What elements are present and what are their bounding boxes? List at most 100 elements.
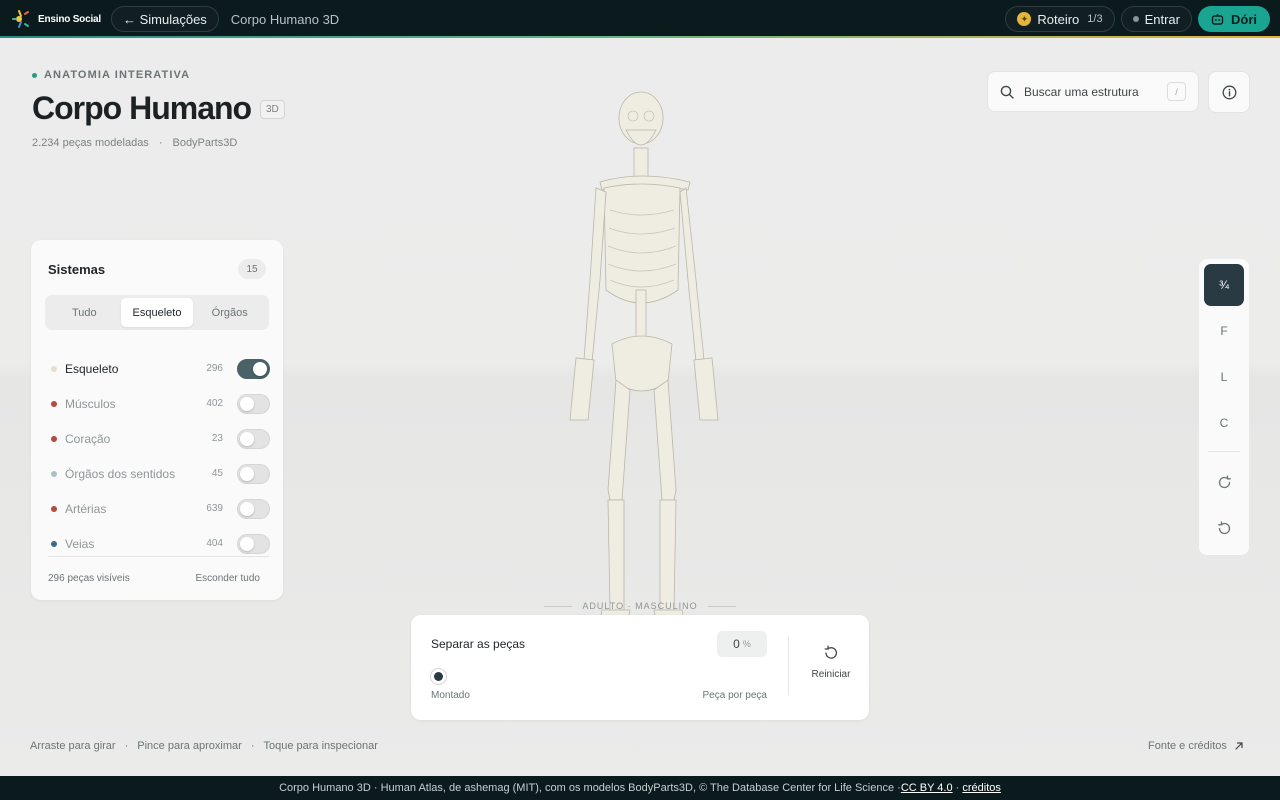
slider-max-label: Peça por peça <box>702 690 768 701</box>
hint-tap: Toque para inspecionar <box>263 740 378 752</box>
system-color-dot <box>51 400 57 407</box>
view-three-quarter-button[interactable]: ¾ <box>1204 264 1244 306</box>
hint-pinch: Pince para aproximar <box>137 740 242 752</box>
system-row-musculos[interactable]: Músculos 402 <box>48 386 270 421</box>
systems-list: Esqueleto 296 Músculos 402 Coração 23 Ór… <box>48 351 270 561</box>
credits-link-label: Fonte e créditos <box>1148 740 1227 752</box>
systems-panel: Sistemas 15 Tudo Esqueleto Órgãos Esquel… <box>31 240 283 600</box>
reset-separation-button[interactable]: Reiniciar <box>803 645 859 680</box>
system-count: 402 <box>206 398 223 409</box>
view-lateral-button[interactable]: L <box>1204 356 1244 398</box>
systems-count-badge: 15 <box>238 259 266 279</box>
attribution-footer: Corpo Humano 3D · Human Atlas, de ashema… <box>0 776 1280 800</box>
hint-drag: Arraste para girar <box>30 740 116 752</box>
reset-label: Reiniciar <box>811 669 851 680</box>
system-count: 23 <box>211 433 223 444</box>
eyebrow-dot-icon <box>32 72 37 78</box>
visible-pieces-count: 296 peças visíveis <box>48 573 130 584</box>
rotate-button[interactable] <box>1204 461 1244 503</box>
info-icon <box>1222 85 1236 99</box>
back-to-simulations-button[interactable]: ← Simulações <box>110 6 219 32</box>
header-meta: 2.234 peças modeladas · BodyParts3D <box>32 137 237 149</box>
slider-min-label: Montado <box>431 690 470 701</box>
label-line <box>544 605 573 607</box>
view-front-button[interactable]: F <box>1204 310 1244 352</box>
model-label-text: ADULTO · MASCULINO <box>582 601 698 611</box>
separate-slider[interactable] <box>433 675 767 678</box>
system-row-orgaos-sentidos[interactable]: Órgãos dos sentidos 45 <box>48 456 270 491</box>
brand-logo[interactable]: Ensino Social <box>10 6 101 32</box>
system-name: Artérias <box>65 501 107 516</box>
search-input[interactable]: Buscar uma estrutura <box>1024 85 1157 99</box>
page-title: Corpo Humano <box>32 90 252 126</box>
system-name: Veias <box>65 536 95 551</box>
system-color-dot <box>51 435 57 442</box>
hint-separator: · <box>124 740 129 752</box>
system-name: Músculos <box>65 396 116 411</box>
pieces-count: 2.234 peças modeladas <box>32 137 149 149</box>
separate-title: Separar as peças <box>431 637 526 651</box>
system-toggle-musculos[interactable] <box>237 393 270 414</box>
status-dot-icon <box>1132 16 1139 22</box>
panel-divider <box>788 637 789 695</box>
footer-credits-link[interactable]: créditos <box>962 782 1001 794</box>
gesture-hints: Arraste para girar · Pince para aproxima… <box>30 740 378 752</box>
top-bar: Ensino Social ← Simulações Corpo Humano … <box>0 0 1280 38</box>
system-row-arterias[interactable]: Artérias 639 <box>48 491 270 526</box>
info-button[interactable] <box>1208 71 1250 113</box>
compass-icon: ✦ <box>1017 12 1032 26</box>
robot-icon <box>1211 14 1224 25</box>
model-label: ADULTO · MASCULINO <box>544 601 736 611</box>
login-label: Entrar <box>1144 11 1180 27</box>
system-name: Coração <box>65 431 111 446</box>
rotate-icon <box>1218 474 1231 488</box>
system-row-coracao[interactable]: Coração 23 <box>48 421 270 456</box>
roteiro-button[interactable]: ✦ Roteiro 1/3 <box>1005 6 1115 32</box>
system-toggle-orgaos-sentidos[interactable] <box>237 463 270 484</box>
reset-view-button[interactable] <box>1204 507 1244 549</box>
search-box[interactable]: Buscar uma estrutura / <box>987 71 1199 112</box>
data-source: BodyParts3D <box>172 137 238 149</box>
login-button[interactable]: Entrar <box>1120 6 1192 32</box>
panel-divider <box>48 556 269 557</box>
system-row-esqueleto[interactable]: Esqueleto 296 <box>48 351 270 386</box>
assistant-button[interactable]: Dóri <box>1198 6 1270 32</box>
tab-esqueleto[interactable]: Esqueleto <box>120 298 194 327</box>
logo-text: Ensino Social <box>38 13 101 25</box>
system-name: Órgãos dos sentidos <box>65 466 176 481</box>
system-count: 404 <box>206 538 223 549</box>
roteiro-label: Roteiro <box>1037 11 1080 27</box>
viewer-stage[interactable]: ANATOMIA INTERATIVA Corpo Humano 3D 2.23… <box>0 38 1280 776</box>
assistant-label: Dóri <box>1231 11 1257 27</box>
system-toggle-arterias[interactable] <box>237 498 270 519</box>
separate-slider-thumb[interactable] <box>430 668 447 685</box>
system-toggle-coracao[interactable] <box>237 428 270 449</box>
view-toolbar: ¾ F L C <box>1199 259 1249 555</box>
system-toggle-esqueleto[interactable] <box>237 358 270 379</box>
logo-icon <box>12 10 29 28</box>
reset-icon <box>1217 520 1230 534</box>
system-color-dot <box>51 505 57 512</box>
systems-title: Sistemas <box>48 262 106 277</box>
tab-tudo[interactable]: Tudo <box>48 298 121 327</box>
system-color-dot <box>51 470 57 477</box>
eyebrow-text: ANATOMIA INTERATIVA <box>44 69 191 81</box>
credits-link[interactable]: Fonte e créditos <box>1148 740 1244 752</box>
hint-separator: · <box>250 740 255 752</box>
system-count: 639 <box>206 503 223 514</box>
hide-all-button[interactable]: Esconder tudo <box>196 573 261 584</box>
license-link[interactable]: CC BY 4.0 <box>901 782 953 794</box>
roteiro-count: 1/3 <box>1087 13 1103 25</box>
separate-value-unit: % <box>742 639 751 649</box>
system-color-dot <box>51 365 57 372</box>
toolbar-divider <box>1208 451 1240 452</box>
meta-separator: · <box>158 137 163 149</box>
tab-orgaos[interactable]: Órgãos <box>193 298 266 327</box>
footer-separator: · <box>952 782 963 794</box>
system-toggle-veias[interactable] <box>237 533 270 554</box>
arrow-up-right-icon <box>1235 742 1243 750</box>
view-c-button[interactable]: C <box>1204 402 1244 444</box>
attribution-text: Corpo Humano 3D · Human Atlas, de ashema… <box>279 782 901 794</box>
label-line <box>707 605 736 607</box>
skeleton-3d-model[interactable] <box>530 90 750 620</box>
